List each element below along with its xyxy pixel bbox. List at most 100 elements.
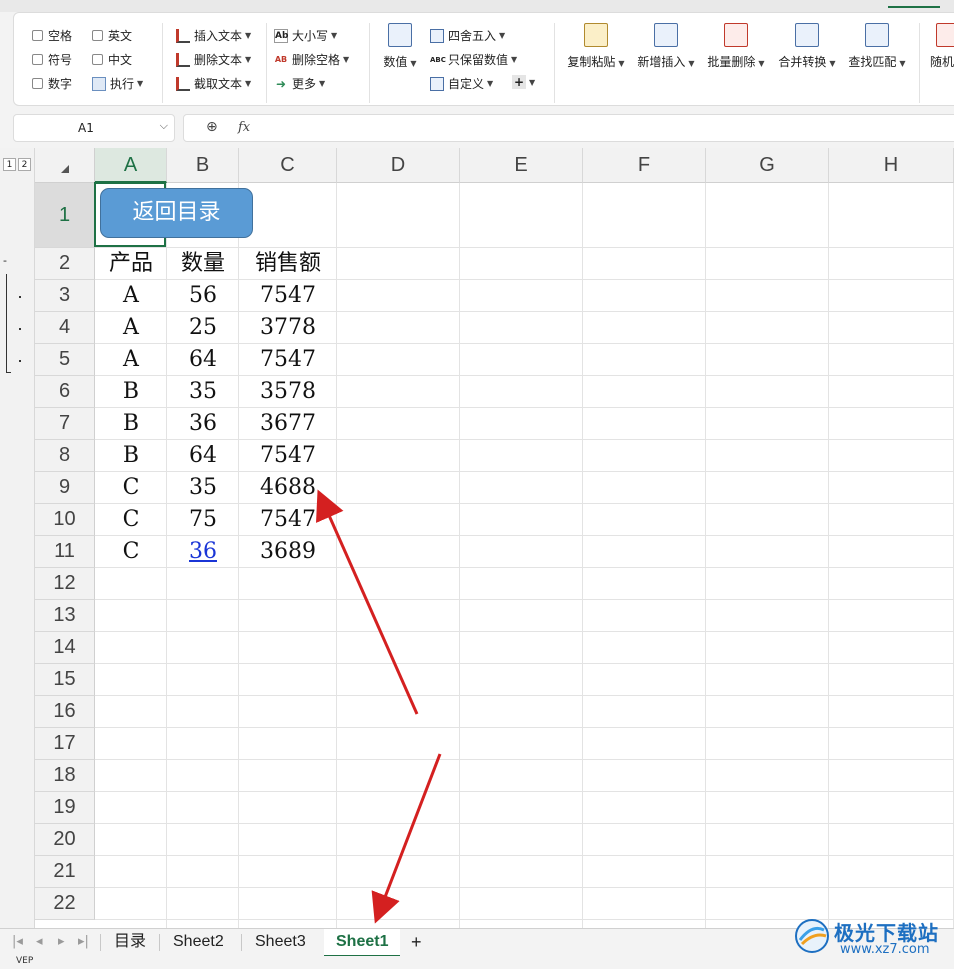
table-cell[interactable]: 64 (167, 441, 239, 471)
remove-space-button[interactable]: AB 删除空格 ▼ (274, 51, 349, 68)
fx-icon[interactable]: fx (238, 120, 250, 135)
row-header-16[interactable]: 16 (35, 696, 95, 728)
row-header-5[interactable]: 5 (35, 344, 95, 376)
more-button[interactable]: ➜ 更多 ▼ (274, 75, 325, 92)
table-cell[interactable]: B (95, 441, 167, 471)
table-cell[interactable]: C (95, 473, 167, 503)
table-cell[interactable]: 3778 (239, 313, 337, 343)
column-header-c[interactable]: C (239, 148, 337, 183)
next-sheet-icon[interactable]: ▸ (58, 934, 65, 949)
table-cell[interactable]: B (95, 377, 167, 407)
table-cell[interactable]: 3689 (239, 537, 337, 567)
table-cell[interactable]: 56 (167, 281, 239, 311)
table-cell[interactable]: 35 (167, 473, 239, 503)
table-cell[interactable]: 3578 (239, 377, 337, 407)
plus-button[interactable]: + ▼ (512, 75, 535, 89)
select-all-corner[interactable] (35, 148, 95, 183)
tab-sheet3[interactable]: Sheet3 (255, 929, 306, 955)
checkbox-number[interactable]: 数字 (32, 75, 72, 92)
new-insert-button[interactable]: 新增插入 ▼ (636, 23, 696, 70)
row-header-11[interactable]: 11 (35, 536, 95, 568)
table-cell[interactable]: 7547 (239, 505, 337, 535)
find-match-button[interactable]: 查找匹配 ▼ (846, 23, 908, 70)
copy-paste-button[interactable]: 复制粘贴 ▼ (566, 23, 626, 70)
merge-convert-button[interactable]: 合并转换 ▼ (776, 23, 838, 70)
prev-sheet-icon[interactable]: ◂ (36, 934, 43, 949)
column-header-d[interactable]: D (337, 148, 460, 183)
row-header-8[interactable]: 8 (35, 440, 95, 472)
row-header-19[interactable]: 19 (35, 792, 95, 824)
last-sheet-icon[interactable]: ▸| (78, 934, 89, 949)
custom-button[interactable]: 自定义 ▼ (430, 75, 493, 92)
table-header-cell[interactable]: 销售额 (239, 249, 337, 279)
row-header-22[interactable]: 22 (35, 888, 95, 920)
table-cell[interactable]: 3677 (239, 409, 337, 439)
column-header-f[interactable]: F (583, 148, 706, 183)
row-header-2[interactable]: 2 (35, 248, 95, 280)
round-button[interactable]: 四舍五入 ▼ (430, 27, 505, 44)
table-header-cell[interactable]: 数量 (167, 249, 239, 279)
tab-sheet1[interactable]: Sheet1 (324, 929, 401, 957)
row-header-13[interactable]: 13 (35, 600, 95, 632)
back-to-directory-button[interactable]: 返回目录 (100, 188, 253, 238)
first-sheet-icon[interactable]: |◂ (12, 934, 23, 949)
table-cell[interactable]: 35 (167, 377, 239, 407)
row-header-10[interactable]: 10 (35, 504, 95, 536)
row-header-7[interactable]: 7 (35, 408, 95, 440)
number-button[interactable]: 数值 ▼ (380, 23, 420, 70)
table-cell[interactable]: 7547 (239, 345, 337, 375)
row-header-21[interactable]: 21 (35, 856, 95, 888)
outline-collapse-button[interactable]: - (3, 255, 7, 266)
column-header-b[interactable]: B (167, 148, 239, 183)
row-header-14[interactable]: 14 (35, 632, 95, 664)
outline-level-2[interactable]: 2 (18, 158, 31, 171)
table-cell[interactable]: 36 (167, 537, 239, 567)
formula-input[interactable]: ⊕ fx (183, 114, 954, 142)
column-header-e[interactable]: E (460, 148, 583, 183)
table-cell[interactable]: 64 (167, 345, 239, 375)
delete-text-button[interactable]: 删除文本 ▼ (176, 51, 251, 68)
table-cell[interactable]: A (95, 281, 167, 311)
row-header-9[interactable]: 9 (35, 472, 95, 504)
tab-sheet2[interactable]: Sheet2 (173, 929, 224, 955)
keep-value-button[interactable]: ABC 只保留数值 ▼ (430, 51, 517, 68)
batch-delete-button[interactable]: 批量删除 ▼ (706, 23, 766, 70)
random-button[interactable]: 随机 (930, 23, 954, 70)
table-cell[interactable]: C (95, 505, 167, 535)
column-header-a[interactable]: A (95, 148, 167, 183)
table-cell[interactable]: 75 (167, 505, 239, 535)
table-cell[interactable]: C (95, 537, 167, 567)
table-cell[interactable]: 36 (167, 409, 239, 439)
table-cell[interactable]: 25 (167, 313, 239, 343)
row-header-12[interactable]: 12 (35, 568, 95, 600)
outline-level-1[interactable]: 1 (3, 158, 16, 171)
add-sheet-button[interactable]: + (411, 929, 422, 955)
tab-directory[interactable]: 目录 (114, 929, 146, 955)
column-header-h[interactable]: H (829, 148, 954, 183)
row-header-18[interactable]: 18 (35, 760, 95, 792)
table-cell[interactable]: 7547 (239, 441, 337, 471)
extract-text-button[interactable]: 截取文本 ▼ (176, 75, 251, 92)
checkbox-space[interactable]: 空格 (32, 27, 72, 44)
checkbox-symbol[interactable]: 符号 (32, 51, 72, 68)
row-header-20[interactable]: 20 (35, 824, 95, 856)
table-cell[interactable]: A (95, 345, 167, 375)
checkbox-english[interactable]: 英文 (92, 27, 132, 44)
row-header-3[interactable]: 3 (35, 280, 95, 312)
case-button[interactable]: Ab 大小写 ▼ (274, 27, 337, 44)
table-cell[interactable]: B (95, 409, 167, 439)
name-box[interactable]: A1 ⌵ (13, 114, 175, 142)
table-cell[interactable]: A (95, 313, 167, 343)
table-cell[interactable]: 7547 (239, 281, 337, 311)
row-header-6[interactable]: 6 (35, 376, 95, 408)
table-cell[interactable]: 4688 (239, 473, 337, 503)
row-header-15[interactable]: 15 (35, 664, 95, 696)
table-header-cell[interactable]: 产品 (95, 249, 167, 279)
execute-button[interactable]: 执行 ▼ (92, 75, 143, 92)
row-header-1[interactable]: 1 (35, 183, 95, 248)
row-header-4[interactable]: 4 (35, 312, 95, 344)
insert-text-button[interactable]: 插入文本 ▼ (176, 27, 251, 44)
column-header-g[interactable]: G (706, 148, 829, 183)
zoom-icon[interactable]: ⊕ (206, 119, 218, 135)
row-header-17[interactable]: 17 (35, 728, 95, 760)
